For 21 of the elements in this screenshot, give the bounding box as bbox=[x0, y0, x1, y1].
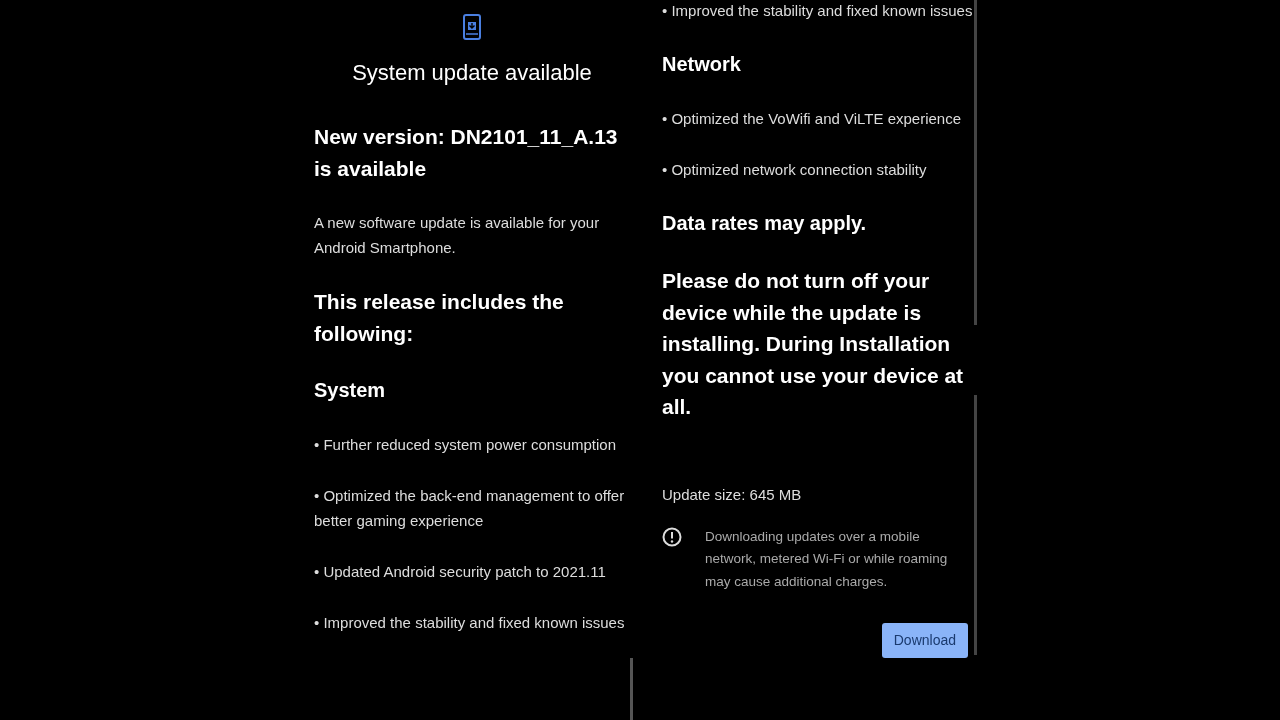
body-text: • Optimized the back-end management to offer better gaming experience bbox=[314, 486, 626, 531]
heading: Please do not turn off your device while the update is installing. During Installation you cannot use your device at all. bbox=[662, 268, 965, 420]
section-heading: Network bbox=[662, 52, 742, 77]
body-text: • Optimized network connection stability bbox=[662, 160, 928, 180]
body-text: • Updated Android security patch to 2021.11 bbox=[314, 562, 607, 582]
phone-download-icon bbox=[463, 14, 481, 40]
body-text: • Improved the stability and fixed known issues bbox=[662, 1, 974, 21]
update-size-text: Update size: 645 MB bbox=[662, 484, 803, 505]
info-icon bbox=[662, 526, 682, 547]
download-button[interactable]: Download bbox=[881, 623, 968, 658]
section-heading: System bbox=[314, 378, 387, 403]
heading: This release includes the following: bbox=[314, 289, 565, 347]
body-text: A new software update is available for your Android Smartphone. bbox=[314, 213, 601, 258]
body-text: • Optimized the VoWifi and ViLTE experience bbox=[662, 109, 962, 129]
screen-title: System update available bbox=[351, 59, 593, 87]
scroll-bar bbox=[630, 658, 633, 720]
section-heading: Data rates may apply. bbox=[662, 211, 868, 236]
notice-text: Downloading updates over a mobile network, metered Wi-Fi or while roaming may cause additional charges. bbox=[705, 527, 949, 591]
body-text: • Improved the stability and fixed known issues bbox=[314, 613, 626, 633]
heading: New version: DN2101_11_A.13 is available bbox=[314, 124, 619, 182]
body-text: • Further reduced system power consumption bbox=[314, 435, 618, 455]
